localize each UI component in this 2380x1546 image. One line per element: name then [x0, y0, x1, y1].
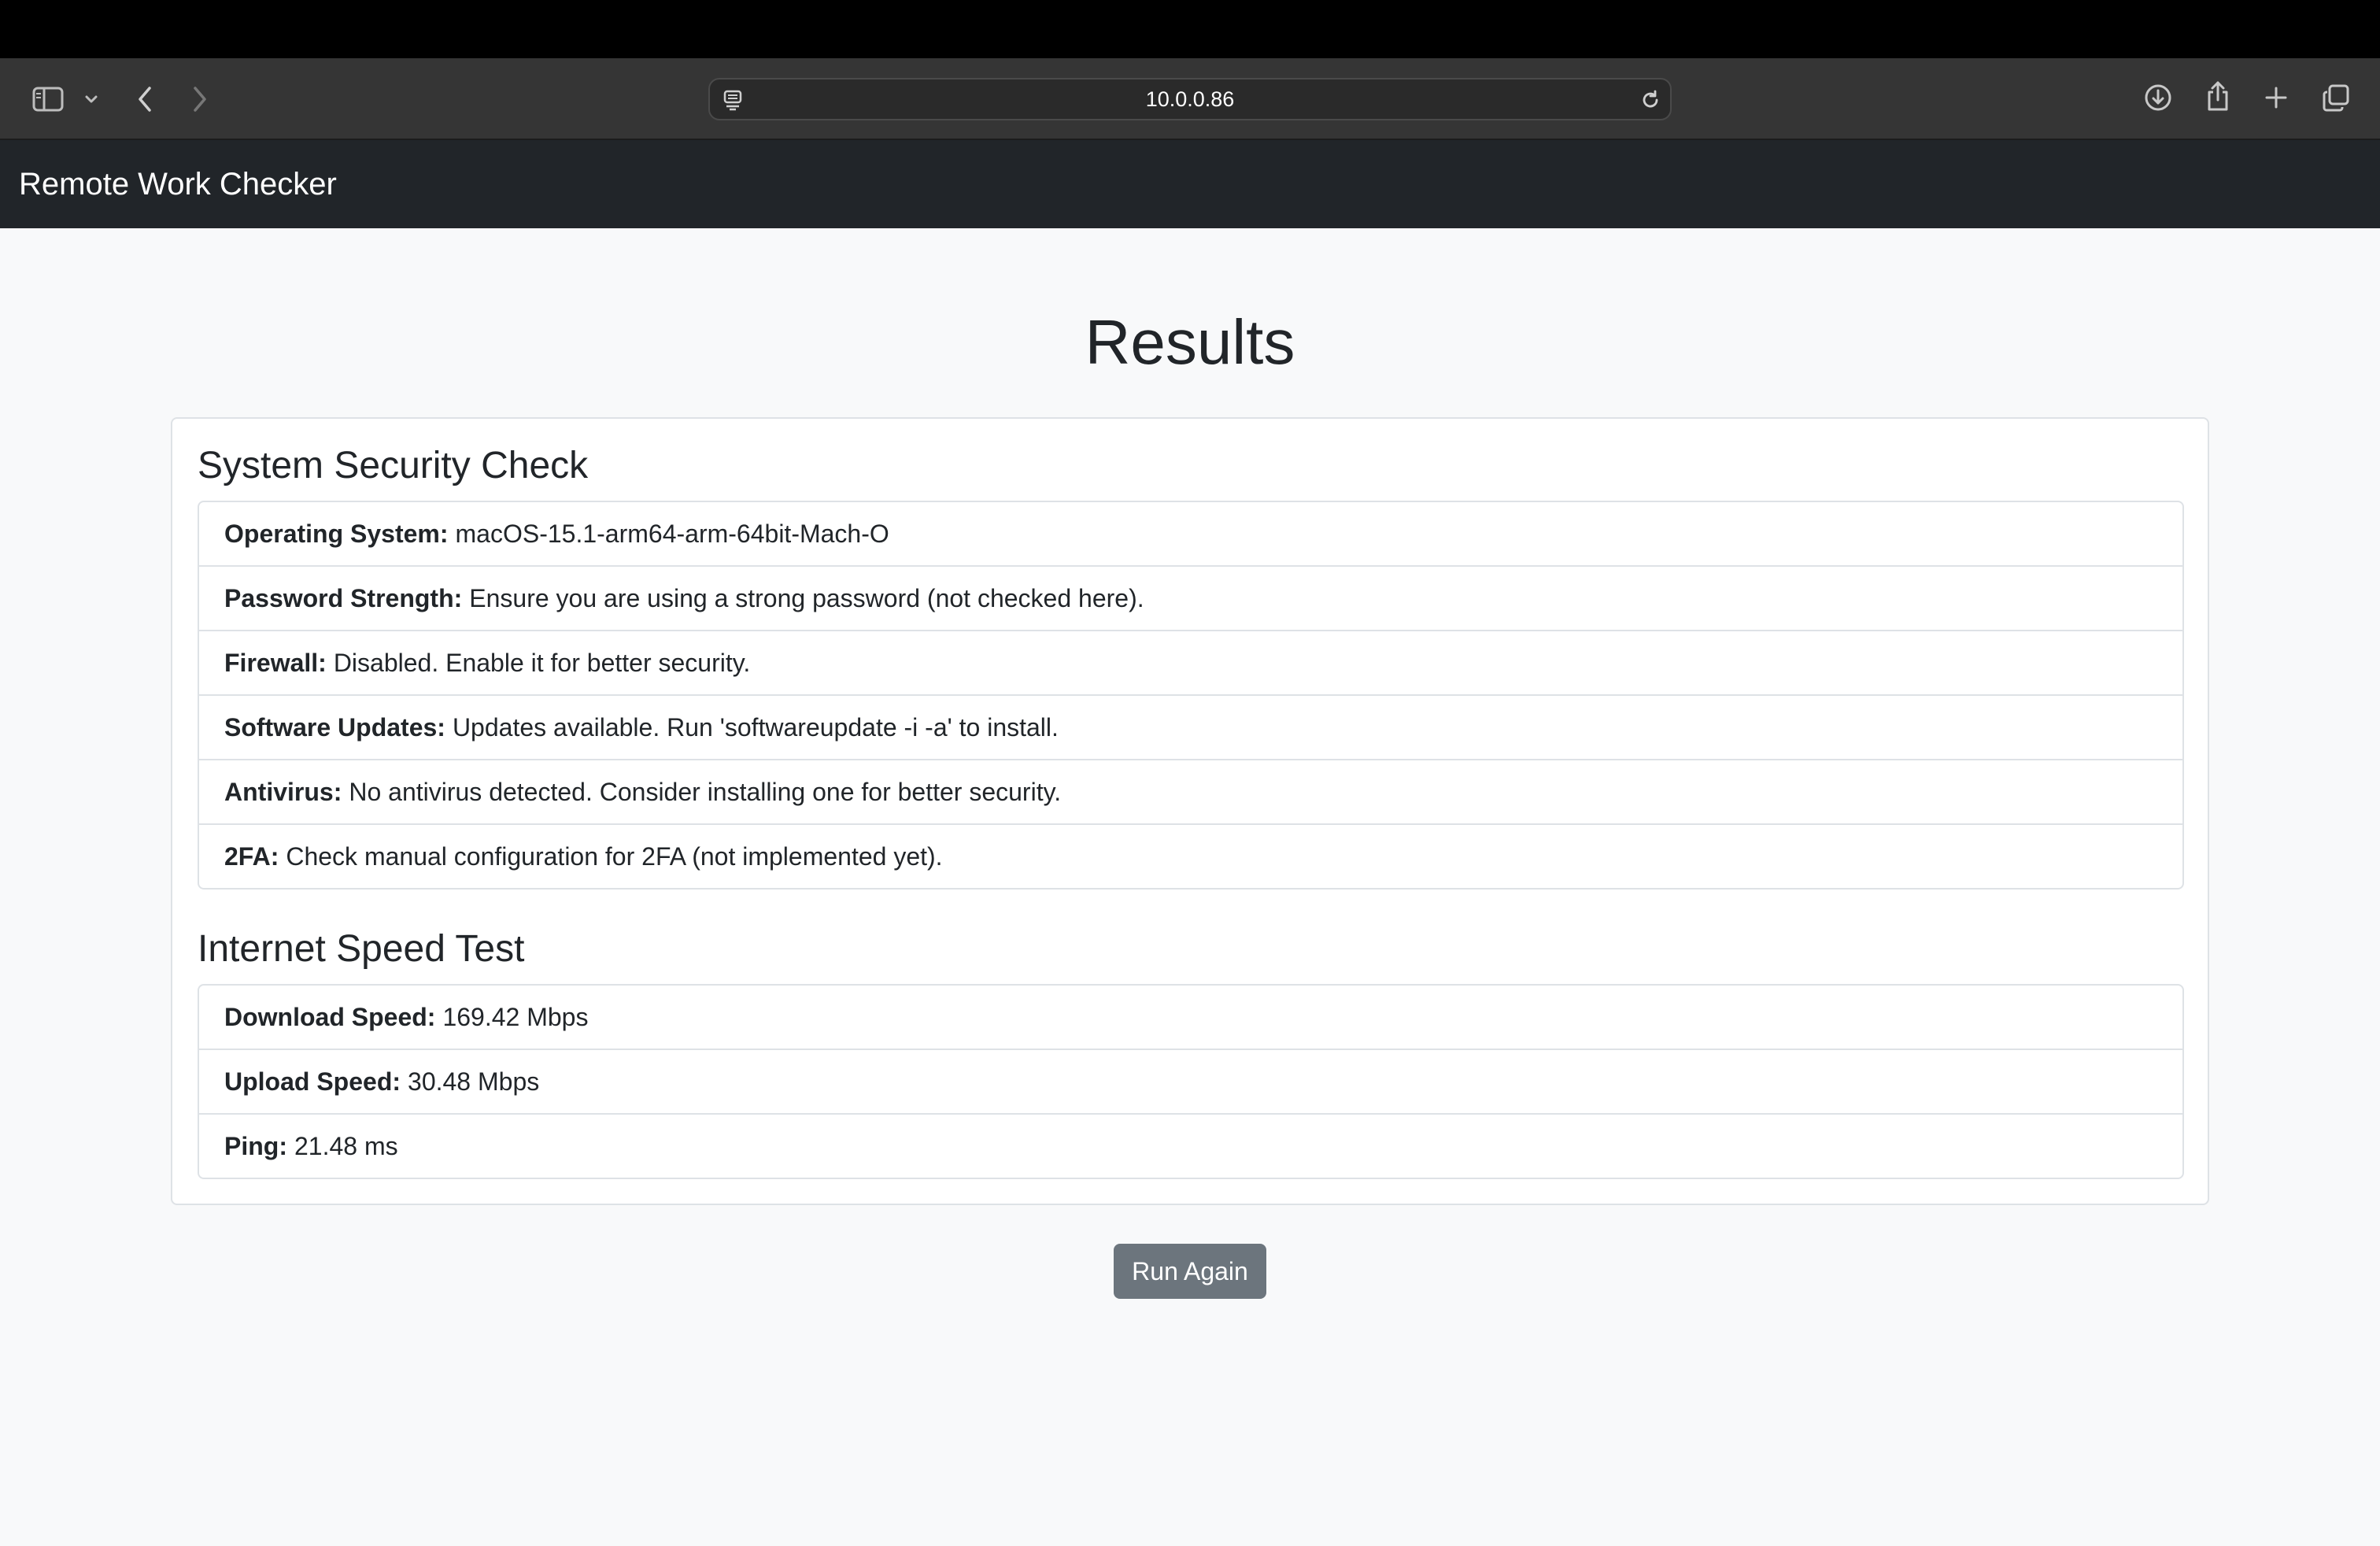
item-label: Download Speed:	[224, 1002, 436, 1031]
item-label: Firewall:	[224, 648, 327, 677]
share-icon[interactable]	[2202, 79, 2234, 113]
chevron-down-icon[interactable]	[82, 90, 101, 109]
run-again-button[interactable]: Run Again	[1114, 1244, 1266, 1299]
item-value: Disabled. Enable it for better security.	[333, 648, 751, 677]
list-item-software-updates: Software Updates: Updates available. Run…	[199, 694, 2182, 759]
os-menu-bar	[0, 0, 2380, 58]
url-text: 10.0.0.86	[1145, 87, 1235, 111]
app-navbar: Remote Work Checker	[0, 140, 2380, 228]
speed-list: Download Speed: 169.42 Mbps Upload Speed…	[198, 984, 2184, 1179]
plus-icon[interactable]	[2262, 83, 2290, 112]
browser-toolbar: 10.0.0.86	[0, 58, 2380, 140]
tab-overview-icon[interactable]	[2320, 82, 2352, 113]
address-bar[interactable]: 10.0.0.86	[708, 78, 1672, 120]
item-value: Ensure you are using a strong password (…	[469, 583, 1144, 612]
navbar-brand[interactable]: Remote Work Checker	[19, 140, 337, 228]
list-item-2fa: 2FA: Check manual configuration for 2FA …	[199, 823, 2182, 888]
forward-arrow-icon[interactable]	[187, 83, 213, 115]
item-label: Operating System:	[224, 519, 449, 548]
item-label: 2FA:	[224, 841, 279, 871]
item-value: 169.42 Mbps	[442, 1002, 589, 1031]
item-label: Antivirus:	[224, 777, 342, 806]
list-item-password-strength: Password Strength: Ensure you are using …	[199, 565, 2182, 630]
security-list: Operating System: macOS-15.1-arm64-arm-6…	[198, 501, 2184, 890]
item-value: Check manual configuration for 2FA (not …	[286, 841, 943, 871]
list-item-upload-speed: Upload Speed: 30.48 Mbps	[199, 1049, 2182, 1113]
page-title: Results	[1085, 307, 1295, 377]
reload-icon[interactable]	[1639, 88, 1662, 112]
sidebar-icon[interactable]	[30, 83, 66, 115]
list-item-ping: Ping: 21.48 ms	[199, 1113, 2182, 1178]
item-label: Upload Speed:	[224, 1067, 401, 1096]
item-label: Password Strength:	[224, 583, 463, 612]
item-label: Software Updates:	[224, 712, 445, 742]
item-value: Updates available. Run 'softwareupdate -…	[452, 712, 1059, 742]
list-item-download-speed: Download Speed: 169.42 Mbps	[199, 986, 2182, 1049]
item-value: 21.48 ms	[294, 1131, 398, 1160]
list-item-antivirus: Antivirus: No antivirus detected. Consid…	[199, 759, 2182, 823]
item-label: Ping:	[224, 1131, 287, 1160]
back-arrow-icon[interactable]	[132, 83, 157, 115]
security-section-title: System Security Check	[198, 445, 589, 486]
item-value: 30.48 Mbps	[408, 1067, 540, 1096]
results-card: System Security Check Operating System: …	[171, 417, 2209, 1205]
list-item-operating-system: Operating System: macOS-15.1-arm64-arm-6…	[199, 502, 2182, 565]
download-icon[interactable]	[2142, 82, 2174, 113]
list-item-firewall: Firewall: Disabled. Enable it for better…	[199, 630, 2182, 694]
item-value: macOS-15.1-arm64-arm-64bit-Mach-O	[455, 519, 889, 548]
speed-section-title: Internet Speed Test	[198, 928, 525, 970]
item-value: No antivirus detected. Consider installi…	[349, 777, 1062, 806]
